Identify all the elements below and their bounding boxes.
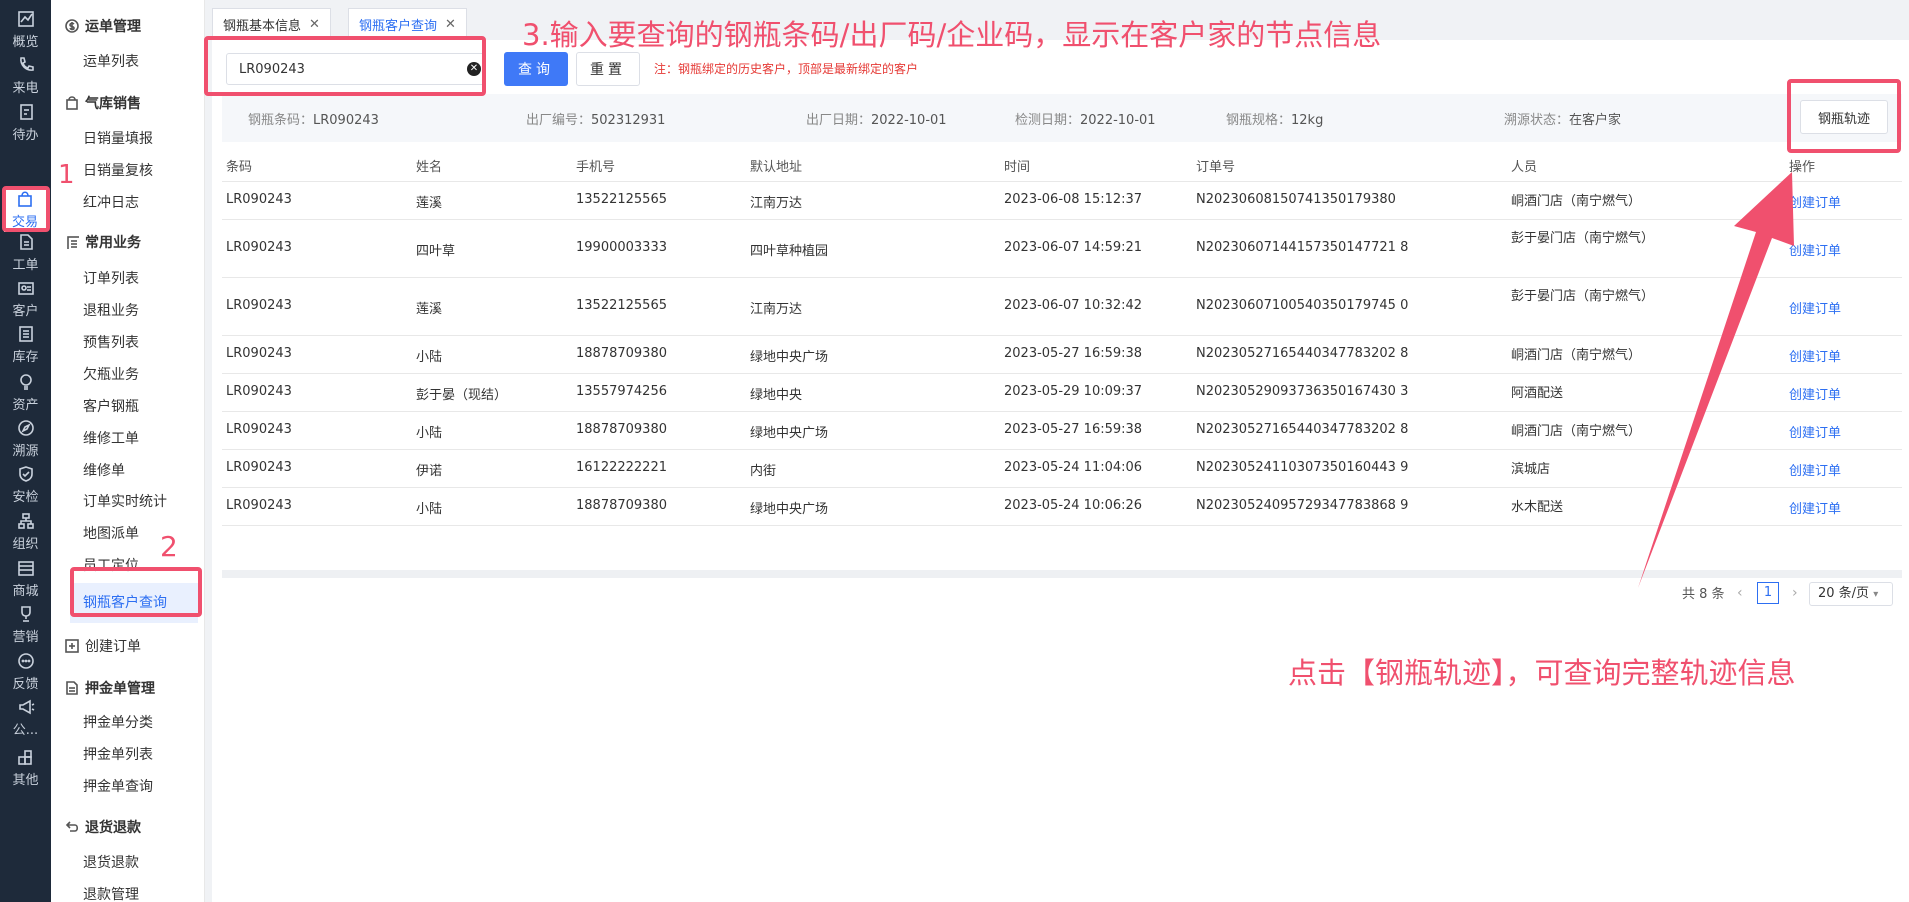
annotation-arrow	[1638, 172, 1794, 588]
arrow-shape	[1638, 172, 1794, 588]
